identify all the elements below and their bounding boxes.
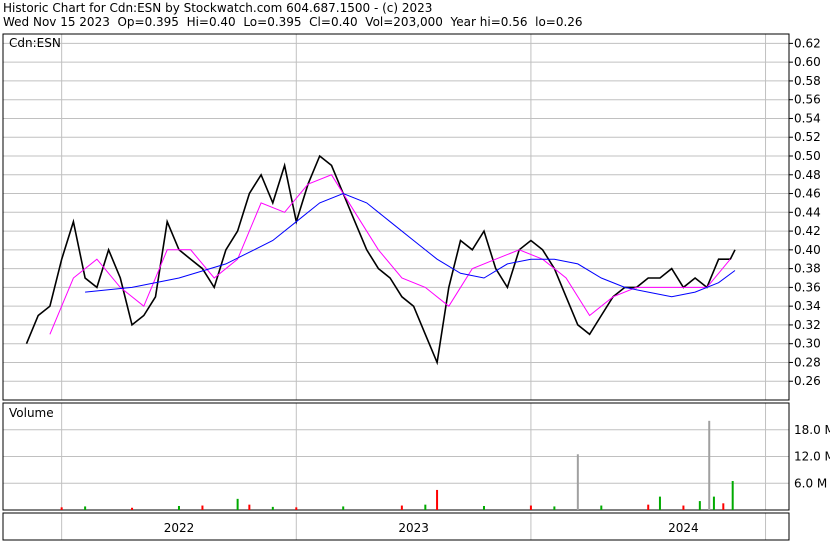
volume-tick-label: 12.0 M [794, 450, 830, 464]
short-moving-average-line [49, 174, 731, 335]
volume-bar [236, 498, 239, 510]
volume-bar [342, 506, 345, 510]
symbol-label: Cdn:ESN [9, 36, 61, 50]
price-panel-frame [2, 33, 790, 401]
volume-bar [731, 481, 734, 510]
price-tick-label: 0.54 [794, 111, 821, 125]
volume-bar [60, 507, 63, 510]
historic-chart: Cdn:ESN Volume 0.620.600.580.560.540.520… [2, 33, 830, 541]
price-axis: 0.62 0.60 0.58 0.56 0.54 0.52 0.50 0.48 0.46 0.44… [789, 36, 821, 388]
price-tick-label: 0.58 [794, 74, 821, 88]
volume-bar [600, 505, 603, 510]
volume-bar [658, 496, 661, 510]
price-tick-label: 0.30 [794, 337, 821, 351]
year-tick-label: 2023 [398, 521, 429, 535]
volume-bar [722, 503, 725, 510]
price-tick-label: 0.28 [794, 355, 821, 369]
volume-bar [400, 505, 403, 510]
volume-bar [84, 506, 87, 510]
price-tick-label: 0.32 [794, 318, 821, 332]
volume-bar [698, 501, 701, 510]
price-tick-label: 0.48 [794, 168, 821, 182]
price-tick-label: 0.26 [794, 374, 821, 388]
volume-bars [60, 420, 734, 510]
volume-bar [712, 496, 715, 510]
year-tick-label: 2024 [668, 521, 699, 535]
volume-bar [201, 505, 204, 510]
volume-bar [529, 505, 532, 510]
volume-bar [248, 504, 251, 510]
price-tick-label: 0.46 [794, 187, 821, 201]
volume-bar [436, 489, 439, 510]
year-tick-label: 2022 [164, 521, 195, 535]
volume-bar [295, 507, 298, 510]
price-tick-label: 0.56 [794, 93, 821, 107]
price-tick-label: 0.60 [794, 55, 821, 69]
price-series [25, 154, 736, 366]
volume-bar [177, 505, 180, 510]
price-tick-label: 0.42 [794, 224, 821, 238]
volume-bar [271, 506, 274, 510]
volume-bar [708, 420, 711, 510]
price-line [25, 154, 736, 366]
price-tick-label: 0.40 [794, 243, 821, 257]
volume-tick-label: 18.0 M [794, 423, 830, 437]
volume-axis: 18.0 M 12.0 M 6.0 M [794, 423, 830, 491]
price-tick-label: 0.50 [794, 149, 821, 163]
volume-bar [131, 507, 134, 510]
volume-bar [553, 506, 556, 510]
volume-bar [647, 504, 650, 510]
volume-bar [424, 504, 427, 510]
volume-label: Volume [9, 406, 54, 420]
price-tick-label: 0.62 [794, 36, 821, 50]
price-tick-label: 0.38 [794, 262, 821, 276]
price-tick-label: 0.44 [794, 205, 821, 219]
price-tick-label: 0.36 [794, 280, 821, 294]
volume-bar [482, 505, 485, 510]
price-tick-label: 0.52 [794, 130, 821, 144]
time-axis: 2021202220232024 [164, 521, 699, 535]
volume-bar [576, 454, 579, 510]
price-tick-label: 0.34 [794, 299, 821, 313]
volume-bar [682, 505, 685, 510]
volume-tick-label: 6.0 M [794, 476, 827, 490]
